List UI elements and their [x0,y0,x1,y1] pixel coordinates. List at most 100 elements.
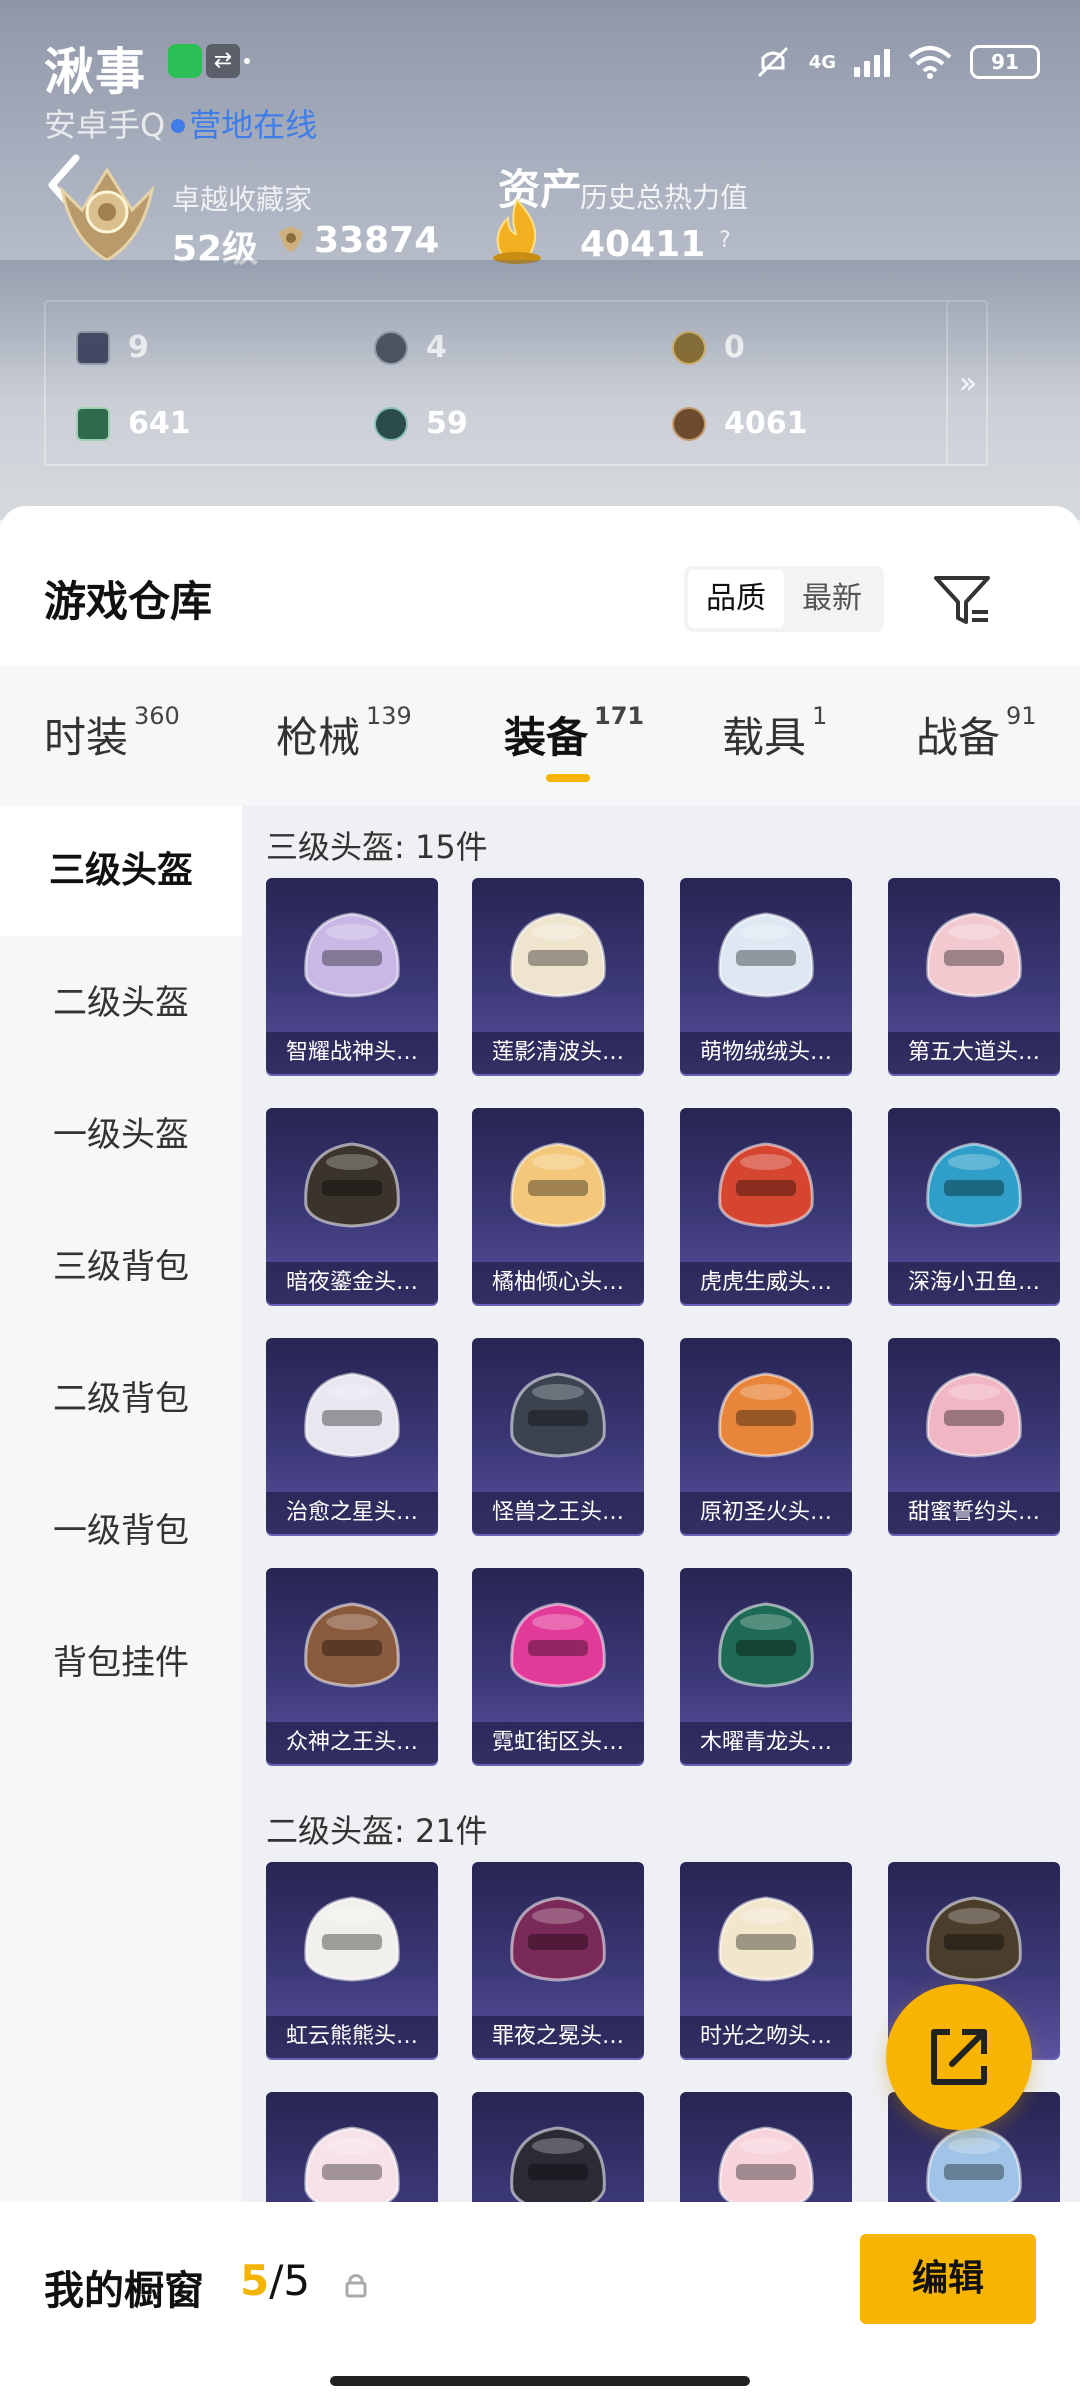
helmet-card[interactable] [266,2092,438,2206]
helmet-card[interactable]: 时光之吻头… [680,1862,852,2058]
sidebar-item-level1-helmet[interactable]: 一级头盔 [0,1070,242,1200]
helmet-card[interactable]: 橘柚倾心头… [472,1108,644,1304]
score-badge-icon [279,226,303,252]
ticket-icon [76,406,110,441]
tab-label: 装备 [504,713,589,762]
heat-title: 历史总热力值 [580,181,749,214]
helmet-card[interactable]: 木曜青龙头… [680,1568,852,1764]
inventory-value: 0 [724,330,745,365]
tab-vehicles[interactable]: 载具 1 [722,702,828,765]
helmet-icon [718,1602,814,1688]
signal-icon [854,47,890,77]
helmet-name: 第五大道头… [888,1032,1060,1074]
helmet-name: 原初圣火头… [680,1492,852,1534]
warehouse-sheet: 游戏仓库 品质 最新 时装 360 枪械 139 装备 171 载具 1 战备 91 三级… [0,506,1080,2400]
helmet-icon [510,2126,606,2206]
inventory-more-button[interactable]: » [946,302,988,464]
share-icon [931,2029,987,2085]
helmet-name: 木曜青龙头… [680,1722,852,1764]
heat-flame-icon [493,198,541,264]
edit-button[interactable]: 编辑 [860,2234,1036,2324]
collector-badge-icon [59,167,155,262]
heat-value: 40411 [580,224,706,265]
helmet-card[interactable]: 深海小丑鱼… [888,1108,1060,1304]
share-button[interactable] [886,1984,1032,2130]
helmet-icon [718,2126,814,2206]
sort-option-newest[interactable]: 最新 [784,570,880,628]
helmet-card[interactable]: 第五大道头… [888,878,1060,1074]
sidebar-item-level2-helmet[interactable]: 二级头盔 [0,938,242,1068]
tab-label: 时装 [44,713,129,762]
helmet-card[interactable]: 甜蜜誓约头… [888,1338,1060,1534]
medal-icon [672,406,706,441]
helmet-card[interactable]: 原初圣火头… [680,1338,852,1534]
sidebar-item-backpack-charm[interactable]: 背包挂件 [0,1598,242,1728]
helmet-name: 罪夜之冕头… [472,2016,644,2058]
token-icon [374,330,408,365]
helmet-card[interactable]: 萌物绒绒头… [680,878,852,1074]
helmet-icon [510,912,606,998]
tab-label: 战备 [916,713,1001,762]
help-icon[interactable]: ? [710,226,740,256]
showcase-count: 5/5 [240,2256,310,2305]
sidebar-item-level2-backpack[interactable]: 二级背包 [0,1334,242,1464]
filter-icon[interactable] [930,568,994,632]
notification-dot-icon [244,58,250,64]
helmet-card[interactable]: 霓虹街区头… [472,1568,644,1764]
inventory-item: 641 [76,406,191,441]
section-title: 二级头盔: 21件 [266,1812,488,1850]
inventory-panel: 9 4 0 641 59 4061 » [44,300,988,466]
online-status: 营地在线 [189,106,318,144]
subcategory-sidebar: 三级头盔 二级头盔 一级头盔 三级背包 二级背包 一级背包 背包挂件 [0,806,242,2206]
helmet-card[interactable]: 众神之王头… [266,1568,438,1764]
helmet-card[interactable] [680,2092,852,2206]
tab-fashion[interactable]: 时装 360 [44,702,180,765]
tab-count: 360 [134,702,180,730]
helmet-card[interactable]: 治愈之星头… [266,1338,438,1534]
profile-header: 湫事 ⇄ 4G 91 安卓手Q 营地在线 卓越收藏家 52级 33874 资产 … [0,0,1080,520]
helmet-card[interactable]: 暗夜鎏金头… [266,1108,438,1304]
helmet-name: 时光之吻头… [680,2016,852,2058]
tab-label: 载具 [722,713,807,762]
helmet-card[interactable]: 怪兽之王头… [472,1338,644,1534]
inventory-item: 0 [672,330,745,365]
tab-count: 1 [812,702,828,730]
tab-equipment[interactable]: 装备 171 [504,702,644,765]
showcase-current: 5 [240,2256,270,2305]
helmet-icon [510,1142,606,1228]
sidebar-item-level3-backpack[interactable]: 三级背包 [0,1202,242,1332]
mute-icon [757,46,788,78]
sidebar-item-level1-backpack[interactable]: 一级背包 [0,1466,242,1596]
helmet-icon [304,1142,400,1228]
network-type: 4G [808,51,836,73]
helmet-card[interactable]: 虎虎生威头… [680,1108,852,1304]
sidebar-item-level3-helmet[interactable]: 三级头盔 [0,806,242,936]
online-dot-icon [171,119,186,133]
rank-title: 卓越收藏家 [172,183,313,216]
tab-weapons[interactable]: 枪械 139 [276,702,412,765]
helmet-card[interactable]: 莲影清波头… [472,878,644,1074]
inventory-item: 9 [76,330,149,365]
inventory-value: 4 [426,330,447,365]
inventory-item: 4 [374,330,447,365]
tab-label: 枪械 [276,713,361,762]
sort-option-quality[interactable]: 品质 [688,570,784,628]
tab-supplies[interactable]: 战备 91 [916,702,1037,765]
helmet-name: 霓虹街区头… [472,1722,644,1764]
helmet-card[interactable]: 罪夜之冕头… [472,1862,644,2058]
wechat-icon [168,44,202,78]
lock-icon [345,2274,367,2298]
battery-icon: 91 [970,45,1040,79]
helmet-icon [718,912,814,998]
status-clock: 湫事 [44,43,146,101]
card-icon [76,330,110,365]
helmet-card[interactable]: 智耀战神头… [266,878,438,1074]
helmet-icon [510,1896,606,1982]
helmet-name: 智耀战神头… [266,1032,438,1074]
inventory-value: 641 [128,406,191,441]
helmet-name: 虎虎生威头… [680,1262,852,1304]
warehouse-title: 游戏仓库 [44,577,213,626]
helmet-card[interactable]: 虹云熊熊头… [266,1862,438,2058]
home-indicator [330,2376,750,2386]
helmet-card[interactable] [472,2092,644,2206]
